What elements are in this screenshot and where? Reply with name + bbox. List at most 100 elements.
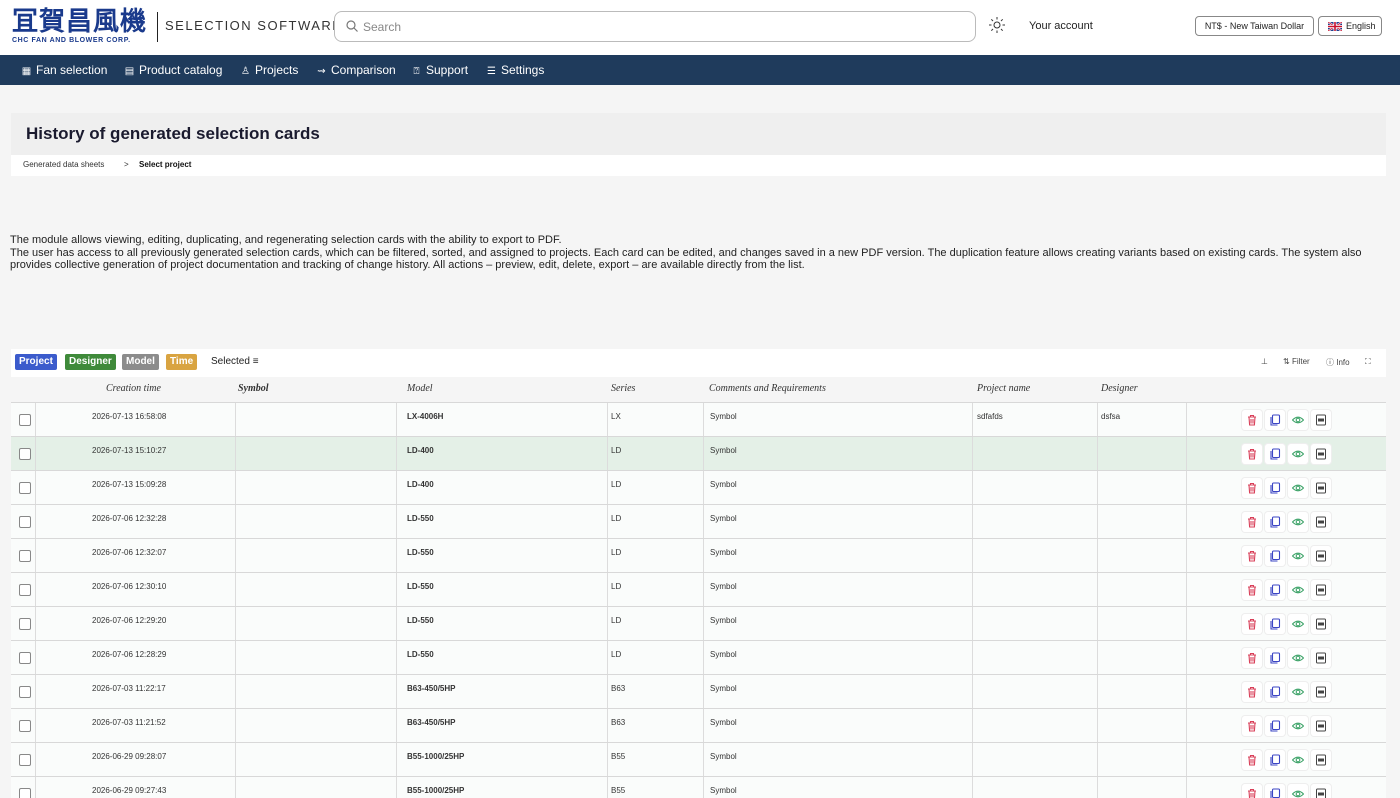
- row-checkbox[interactable]: [19, 448, 31, 460]
- nav-settings[interactable]: ☰ Settings: [486, 55, 544, 85]
- table-row[interactable]: 2026-07-06 12:28:29 LD-550 LD Symbol: [11, 640, 1386, 675]
- table-row[interactable]: 2026-07-06 12:32:28 LD-550 LD Symbol: [11, 504, 1386, 539]
- pdf-button[interactable]: [1311, 784, 1331, 798]
- nav-comparison[interactable]: ⇝ Comparison: [316, 55, 395, 85]
- table-row[interactable]: 2026-06-29 09:28:07 B55-1000/25HP B55 Symbo…: [11, 742, 1386, 777]
- nav-support[interactable]: ⍰ Support: [411, 55, 469, 85]
- delete-button[interactable]: [1242, 410, 1262, 430]
- duplicate-button[interactable]: [1265, 682, 1285, 702]
- table-row[interactable]: 2026-07-13 16:58:08 LX-4006H LX Symbol sdfaf…: [11, 402, 1386, 437]
- table-row[interactable]: 2026-07-13 15:09:28 LD-400 LD Symbol: [11, 470, 1386, 505]
- column-header-creation-time[interactable]: Creation time: [106, 383, 161, 394]
- pin-icon[interactable]: ⊥: [1261, 357, 1268, 366]
- table-row[interactable]: 2026-07-03 11:21:52 B63-450/5HP B63 Symbol: [11, 708, 1386, 743]
- delete-button[interactable]: [1242, 546, 1262, 566]
- pdf-button[interactable]: [1311, 648, 1331, 668]
- duplicate-button[interactable]: [1265, 410, 1285, 430]
- delete-button[interactable]: [1242, 750, 1262, 770]
- group-chip-time[interactable]: Time: [166, 354, 198, 370]
- language-button[interactable]: English: [1318, 16, 1382, 36]
- row-checkbox[interactable]: [19, 686, 31, 698]
- pdf-button[interactable]: [1311, 546, 1331, 566]
- preview-button[interactable]: [1288, 444, 1308, 464]
- breadcrumb-item-generated-data-sheets[interactable]: Generated data sheets: [23, 160, 104, 169]
- column-header-symbol[interactable]: Symbol: [238, 383, 269, 394]
- duplicate-button[interactable]: [1265, 478, 1285, 498]
- currency-button[interactable]: NT$ - New Taiwan Dollar: [1195, 16, 1314, 36]
- delete-button[interactable]: [1242, 784, 1262, 798]
- row-checkbox[interactable]: [19, 652, 31, 664]
- column-header-comments[interactable]: Comments and Requirements: [709, 383, 826, 394]
- duplicate-button[interactable]: [1265, 784, 1285, 798]
- duplicate-button[interactable]: [1265, 614, 1285, 634]
- delete-button[interactable]: [1242, 648, 1262, 668]
- preview-button[interactable]: [1288, 614, 1308, 634]
- pdf-button[interactable]: [1311, 716, 1331, 736]
- duplicate-button[interactable]: [1265, 546, 1285, 566]
- nav-product-catalog[interactable]: ▤ Product catalog: [124, 55, 223, 85]
- pdf-button[interactable]: [1311, 614, 1331, 634]
- fullscreen-icon[interactable]: ⛶: [1365, 357, 1371, 367]
- preview-button[interactable]: [1288, 478, 1308, 498]
- table-row[interactable]: 2026-07-13 15:10:27 LD-400 LD Symbol: [11, 436, 1386, 471]
- preview-button[interactable]: [1288, 648, 1308, 668]
- column-header-project-name[interactable]: Project name: [977, 383, 1030, 394]
- pdf-button[interactable]: [1311, 512, 1331, 532]
- preview-button[interactable]: [1288, 784, 1308, 798]
- row-checkbox[interactable]: [19, 720, 31, 732]
- delete-button[interactable]: [1242, 580, 1262, 600]
- row-checkbox[interactable]: [19, 788, 31, 798]
- nav-fan-selection[interactable]: ▦ Fan selection: [21, 55, 108, 85]
- row-checkbox[interactable]: [19, 414, 31, 426]
- pdf-button[interactable]: [1311, 444, 1331, 464]
- table-row[interactable]: 2026-07-06 12:30:10 LD-550 LD Symbol: [11, 572, 1386, 607]
- delete-button[interactable]: [1242, 682, 1262, 702]
- theme-toggle-sun-icon[interactable]: [988, 16, 1006, 34]
- delete-button[interactable]: [1242, 444, 1262, 464]
- pdf-button[interactable]: [1311, 750, 1331, 770]
- duplicate-button[interactable]: [1265, 716, 1285, 736]
- row-checkbox[interactable]: [19, 482, 31, 494]
- pdf-button[interactable]: [1311, 580, 1331, 600]
- filter-button[interactable]: ⇅ Filter: [1283, 357, 1310, 366]
- row-checkbox[interactable]: [19, 618, 31, 630]
- preview-button[interactable]: [1288, 512, 1308, 532]
- selected-label[interactable]: Selected ≡: [211, 356, 259, 367]
- search-input[interactable]: [363, 17, 963, 37]
- group-chip-model[interactable]: Model: [122, 354, 159, 370]
- preview-button[interactable]: [1288, 750, 1308, 770]
- preview-button[interactable]: [1288, 580, 1308, 600]
- duplicate-button[interactable]: [1265, 750, 1285, 770]
- pdf-button[interactable]: [1311, 682, 1331, 702]
- row-checkbox[interactable]: [19, 584, 31, 596]
- row-checkbox[interactable]: [19, 754, 31, 766]
- table-row[interactable]: 2026-07-03 11:22:17 B63-450/5HP B63 Symbol: [11, 674, 1386, 709]
- delete-button[interactable]: [1242, 614, 1262, 634]
- column-header-model[interactable]: Model: [407, 383, 433, 394]
- table-row[interactable]: 2026-06-29 09:27:43 B55-1000/25HP B55 Symbo…: [11, 776, 1386, 798]
- delete-button[interactable]: [1242, 512, 1262, 532]
- row-checkbox[interactable]: [19, 516, 31, 528]
- group-chip-designer[interactable]: Designer: [65, 354, 116, 370]
- delete-button[interactable]: [1242, 716, 1262, 736]
- column-header-series[interactable]: Series: [611, 383, 635, 394]
- nav-projects[interactable]: ♙ Projects: [240, 55, 298, 85]
- preview-button[interactable]: [1288, 716, 1308, 736]
- delete-button[interactable]: [1242, 478, 1262, 498]
- pdf-button[interactable]: [1311, 478, 1331, 498]
- preview-button[interactable]: [1288, 410, 1308, 430]
- duplicate-button[interactable]: [1265, 580, 1285, 600]
- info-button[interactable]: ⓘ Info: [1326, 357, 1350, 368]
- duplicate-button[interactable]: [1265, 648, 1285, 668]
- account-link[interactable]: Your account: [1029, 20, 1093, 32]
- search-box[interactable]: [334, 11, 976, 42]
- preview-button[interactable]: [1288, 682, 1308, 702]
- company-logo[interactable]: 冝賀昌風機 CHC FAN AND BLOWER CORP.: [12, 8, 146, 46]
- table-row[interactable]: 2026-07-06 12:29:20 LD-550 LD Symbol: [11, 606, 1386, 641]
- pdf-button[interactable]: [1311, 410, 1331, 430]
- preview-button[interactable]: [1288, 546, 1308, 566]
- duplicate-button[interactable]: [1265, 444, 1285, 464]
- group-chip-project[interactable]: Project: [15, 354, 57, 370]
- duplicate-button[interactable]: [1265, 512, 1285, 532]
- table-row[interactable]: 2026-07-06 12:32:07 LD-550 LD Symbol: [11, 538, 1386, 573]
